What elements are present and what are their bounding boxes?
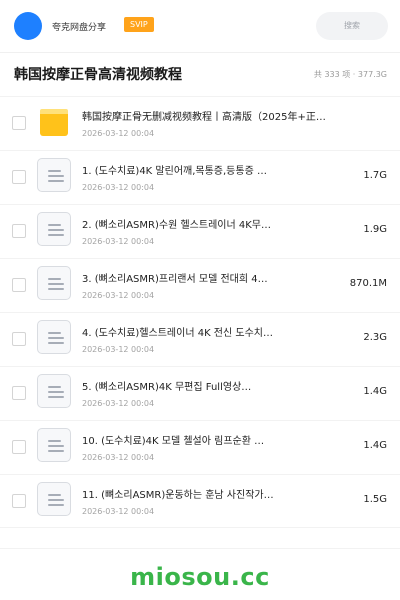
row-checkbox[interactable]	[12, 278, 26, 292]
row-checkbox[interactable]	[12, 386, 26, 400]
folder-row[interactable]: 韩国按摩正骨无删减视频教程丨高清版（2025年+正… 2026-03-12 00:…	[0, 96, 400, 150]
file-size: 1.5G	[363, 494, 387, 505]
file-name: 10. (도수치료)4K 모델 첼설아 림프순환 …	[82, 436, 265, 447]
file-name: 5. (뼈소리ASMR)4K 무편집 Full영상…	[82, 382, 252, 393]
file-row[interactable]: 1. (도수치료)4K 말린어깨,목통증,등통증 … 2026-03-12 00:…	[0, 150, 400, 204]
video-file-icon	[37, 374, 71, 408]
file-size: 1.4G	[363, 386, 387, 397]
video-file-icon	[37, 266, 71, 300]
file-size: 1.4G	[363, 440, 387, 451]
file-date: 2026-03-12 00:04	[82, 399, 155, 408]
row-checkbox[interactable]	[12, 224, 26, 238]
file-row[interactable]: 5. (뼈소리ASMR)4K 무편집 Full영상… 2026-03-12 00:…	[0, 366, 400, 420]
row-checkbox[interactable]	[12, 494, 26, 508]
file-name: 1. (도수치료)4K 말린어깨,목통증,등통증 …	[82, 166, 267, 177]
video-file-icon	[37, 428, 71, 462]
file-date: 2026-03-12 00:04	[82, 507, 155, 516]
file-name: 2. (뼈소리ASMR)수원 헬스트레이너 4K무…	[82, 220, 271, 231]
watermark: miosou.cc	[130, 563, 270, 591]
file-list: 韩国按摩正骨无删减视频教程丨高清版（2025年+正… 2026-03-12 00:…	[0, 96, 400, 528]
file-date: 2026-03-12 00:04	[82, 183, 155, 192]
file-size: 1.9G	[363, 224, 387, 235]
top-bar: 夸克网盘分享 SVIP 搜索	[0, 0, 400, 52]
file-name: 11. (뼈소리ASMR)운동하는 훈남 사진작가…	[82, 490, 274, 501]
video-file-icon	[37, 212, 71, 246]
row-checkbox[interactable]	[12, 116, 26, 130]
file-date: 2026-03-12 00:04	[82, 237, 155, 246]
row-checkbox[interactable]	[12, 170, 26, 184]
file-size: 2.3G	[363, 332, 387, 343]
page-title: 韩国按摩正骨高清视频教程	[14, 67, 182, 83]
video-file-icon	[37, 482, 71, 516]
file-row[interactable]: 2. (뼈소리ASMR)수원 헬스트레이너 4K무… 2026-03-12 00:…	[0, 204, 400, 258]
footer-divider	[0, 548, 400, 549]
file-row[interactable]: 10. (도수치료)4K 모델 첼설아 림프순환 … 2026-03-12 00:…	[0, 420, 400, 474]
file-date: 2026-03-12 00:04	[82, 453, 155, 462]
file-size: 1.7G	[363, 170, 387, 181]
video-file-icon	[37, 320, 71, 354]
row-checkbox[interactable]	[12, 440, 26, 454]
video-file-icon	[37, 158, 71, 192]
file-date: 2026-03-12 00:04	[82, 345, 155, 354]
file-row[interactable]: 4. (도수치료)헬스트레이너 4K 전신 도수치… 2026-03-12 00:…	[0, 312, 400, 366]
header-divider	[0, 52, 400, 53]
file-name: 3. (뼈소리ASMR)프리랜서 모델 전대희 4…	[82, 274, 268, 285]
row-checkbox[interactable]	[12, 332, 26, 346]
app-name: 夸克网盘分享	[52, 23, 107, 33]
avatar[interactable]	[14, 12, 42, 40]
file-date: 2026-03-12 00:04	[82, 129, 155, 138]
file-name: 4. (도수치료)헬스트레이너 4K 전신 도수치…	[82, 328, 273, 339]
folder-icon	[40, 109, 68, 136]
svip-badge: SVIP	[124, 17, 154, 32]
file-name: 韩国按摩正骨无删减视频教程丨高清版（2025年+正…	[82, 112, 326, 123]
file-row[interactable]: 11. (뼈소리ASMR)운동하는 훈남 사진작가… 2026-03-12 00:…	[0, 474, 400, 528]
file-date: 2026-03-12 00:04	[82, 291, 155, 300]
file-size: 870.1M	[349, 278, 387, 289]
item-summary: 共 333 项 · 377.3G	[313, 70, 387, 79]
search-input[interactable]: 搜索	[316, 12, 388, 40]
file-row[interactable]: 3. (뼈소리ASMR)프리랜서 모델 전대희 4… 2026-03-12 00:…	[0, 258, 400, 312]
